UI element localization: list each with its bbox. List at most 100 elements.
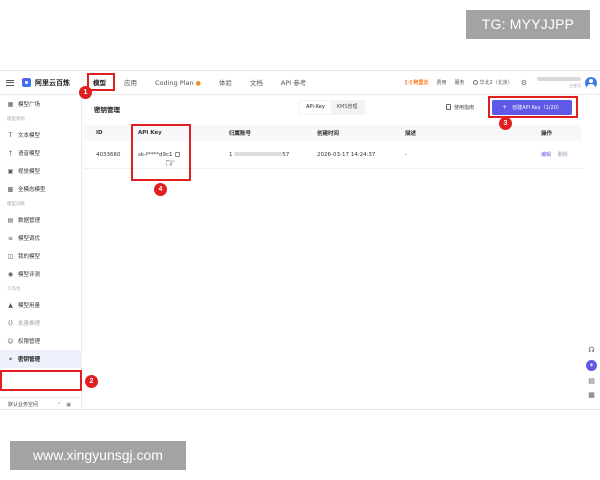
- col-operations: 操作: [541, 131, 553, 137]
- col-description: 描述: [405, 131, 417, 137]
- region-selector[interactable]: 华北2（北京）: [472, 79, 513, 86]
- cell-created: 2026-03-17 14:24:37: [317, 151, 376, 158]
- sidebar: ▦ 模型广场 模型体验 T 文本模型 † 语音模型 ▣ 视觉模型 ▩ 全模态模型 模型训练…: [0, 95, 82, 409]
- product-logo[interactable]: 阿里云百炼: [22, 78, 70, 88]
- batch-icon: (): [8, 319, 13, 327]
- data-icon: ▤: [7, 216, 14, 224]
- account-prefix: 1: [229, 151, 233, 158]
- account-role: 主账号: [569, 82, 581, 88]
- page-title: 密钥管理: [94, 106, 120, 114]
- account-masked: [234, 151, 283, 156]
- tab-apps[interactable]: 应用: [115, 71, 146, 95]
- site-watermark: www.xingyunsgj.com: [10, 441, 186, 470]
- sidebar-item-label: 密钥管理: [18, 357, 41, 363]
- assistant-icon[interactable]: ✶: [586, 360, 597, 371]
- segment-api-key[interactable]: API-Key: [300, 101, 331, 114]
- sidebar-item-label: 视觉模型: [18, 169, 41, 175]
- sidebar-item-permissions[interactable]: ☺ 权限管理: [0, 332, 81, 350]
- key-type-switch: API-Key KMS管理: [299, 100, 365, 115]
- sidebar-item-label: 我的模型: [18, 254, 41, 260]
- tab-api-reference[interactable]: API 参考: [272, 71, 315, 95]
- flame-icon: ●: [195, 79, 201, 87]
- sidebar-group-workbench: 工作台: [7, 287, 21, 292]
- sidebar-item-text-models[interactable]: T 文本模型: [0, 126, 81, 144]
- tab-experience[interactable]: 体验: [210, 71, 241, 95]
- omni-icon: ▩: [7, 185, 14, 193]
- annotation-box-create-button: [488, 96, 578, 118]
- cell-account: 1 57: [219, 151, 307, 158]
- gear-icon[interactable]: ⚙: [521, 79, 527, 87]
- cell-description: -: [405, 151, 407, 158]
- sidebar-item-batch-inference[interactable]: () 批量推理: [0, 314, 81, 332]
- text-icon: T: [8, 131, 13, 139]
- sidebar-item-omni-models[interactable]: ▩ 全模态模型: [0, 180, 81, 198]
- headset-icon[interactable]: ☊: [588, 346, 594, 354]
- sidebar-item-data-management[interactable]: ▤ 数据管理: [0, 211, 81, 229]
- tab-docs[interactable]: 文档: [241, 71, 272, 95]
- cell-id: 4033660: [96, 151, 121, 158]
- sidebar-item-label: 权限管理: [18, 339, 41, 345]
- usage-guide-link[interactable]: 使用指南: [446, 104, 474, 111]
- sidebar-item-label: 文本模型: [18, 133, 41, 139]
- usage-guide-label: 使用指南: [454, 105, 475, 111]
- image-icon: ▣: [7, 167, 14, 175]
- tg-watermark: TG: MYYJJPP: [466, 10, 590, 39]
- account-suffix: 57: [282, 151, 290, 158]
- menu-icon[interactable]: [6, 79, 14, 86]
- annotation-box-models-tab: [87, 73, 115, 91]
- sidebar-item-label: 语音模型: [18, 151, 41, 157]
- document-icon[interactable]: ▤: [588, 377, 595, 385]
- cell-operations: 编辑 删除: [531, 151, 582, 158]
- aliyun-link[interactable]: [-] 阿里云: [405, 79, 428, 86]
- voice-icon: †: [9, 149, 12, 157]
- tab-coding-plan[interactable]: Coding Plan ●: [146, 71, 210, 95]
- annotation-badge-2: 2: [85, 375, 98, 388]
- annotation-badge-4: 4: [154, 183, 167, 196]
- sidebar-item-vision-models[interactable]: ▣ 视觉模型: [0, 162, 81, 180]
- col-id: ID: [96, 130, 103, 136]
- sidebar-item-label: 批量推理: [18, 321, 41, 327]
- eval-icon: ◉: [7, 270, 14, 278]
- key-icon: ⚭: [7, 355, 14, 363]
- segment-kms[interactable]: KMS管理: [331, 101, 364, 114]
- annotation-badge-1: 1: [79, 86, 92, 99]
- annotation-box-api-key: [131, 124, 191, 181]
- col-account: 归属账号: [229, 131, 252, 137]
- grid-icon: ▦: [7, 100, 14, 108]
- annotation-box-key-management: [0, 370, 82, 391]
- sidebar-group-experience: 模型体验: [7, 117, 25, 122]
- sidebar-item-voice-models[interactable]: † 语音模型: [0, 144, 81, 162]
- sidebar-item-model-usage[interactable]: ▲ 模型用量: [0, 296, 81, 314]
- workspace-selector[interactable]: 默认业务空间 ⌃▣: [0, 397, 82, 409]
- floating-tools: ☊ ✶ ▤ ▦: [586, 346, 597, 405]
- account-name-masked: [537, 76, 581, 81]
- sidebar-item-model-square[interactable]: ▦ 模型广场: [0, 95, 81, 113]
- sidebar-item-label: 模型广场: [18, 102, 41, 108]
- fee-link[interactable]: 费用: [437, 79, 447, 86]
- tune-icon: ≡: [7, 234, 14, 242]
- chevron-up-icon[interactable]: ⌃: [57, 402, 66, 408]
- aliyun-link-label: 阿里云: [413, 80, 429, 86]
- product-name: 阿里云百炼: [35, 78, 70, 87]
- collapse-icon[interactable]: ▣: [66, 402, 76, 408]
- sidebar-item-my-models[interactable]: ◫ 我的模型: [0, 247, 81, 265]
- usage-icon: ▲: [8, 301, 13, 309]
- sidebar-item-model-eval[interactable]: ◉ 模型评测: [0, 265, 81, 283]
- annotation-badge-3: 3: [499, 117, 512, 130]
- logo-icon: [22, 78, 31, 87]
- workspace-controls[interactable]: ⌃▣: [57, 402, 76, 408]
- grid-icon[interactable]: ▦: [588, 391, 595, 399]
- sidebar-item-key-management[interactable]: ⚭ 密钥管理: [0, 350, 81, 368]
- account-info[interactable]: 主账号: [537, 76, 581, 89]
- delete-link[interactable]: 删除: [558, 152, 568, 158]
- avatar[interactable]: [585, 76, 597, 89]
- sidebar-item-model-tuning[interactable]: ≡ 模型调优: [0, 229, 81, 247]
- service-link[interactable]: 服务: [455, 79, 465, 86]
- location-icon: [472, 80, 478, 85]
- workspace-label: 默认业务空间: [8, 402, 39, 408]
- document-icon: [446, 104, 451, 110]
- col-created: 创建时间: [317, 131, 340, 137]
- nav-right: [-] 阿里云 费用 服务 华北2（北京） ⚙ 主账号: [397, 76, 600, 89]
- edit-link[interactable]: 编辑: [541, 152, 551, 158]
- tab-coding-plan-label: Coding Plan: [155, 78, 194, 87]
